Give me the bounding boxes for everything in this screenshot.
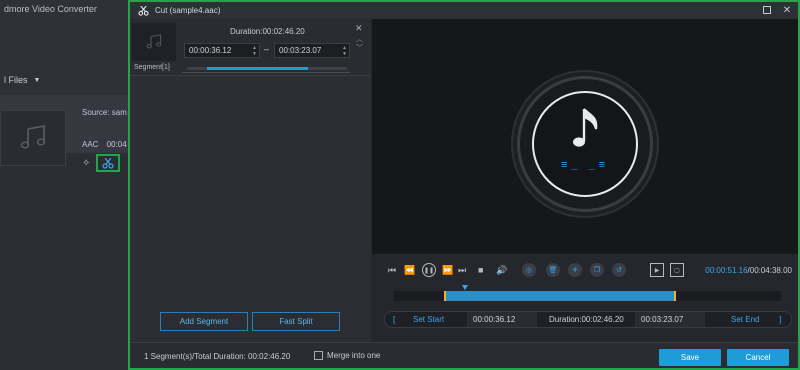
set-range-bar: [ Set Start 00:00:36.12 Duration:00:02:4…: [384, 311, 792, 328]
file-meta: AAC 00:04: [82, 140, 127, 149]
segment-start-field[interactable]: 00:00:36.12 ▲ ▼: [184, 43, 260, 58]
audio-disc: ≡_ _≡: [517, 76, 653, 212]
music-note-icon: [20, 125, 46, 149]
spin-arrows-icon[interactable]: ▲ ▼: [342, 45, 347, 57]
fast-split-button[interactable]: Fast Split: [252, 312, 340, 331]
right-bracket: ]: [779, 315, 782, 324]
spin-arrows-icon[interactable]: ▲ ▼: [252, 45, 257, 57]
equalizer-icon: ≡_ _≡: [561, 159, 610, 171]
start-time-field[interactable]: 00:00:36.12: [467, 312, 537, 327]
preview-area: ≡_ _≡: [372, 19, 798, 254]
copy-icon[interactable]: ❐: [590, 263, 604, 277]
file-source: Source: sam: [82, 108, 127, 117]
segment-thumbnail: [132, 23, 176, 61]
snapshot-icon[interactable]: ▢: [670, 263, 684, 277]
start-time-value: 00:00:36.12: [473, 315, 516, 324]
timeline[interactable]: [394, 285, 781, 301]
merge-option[interactable]: Merge into one: [314, 351, 380, 360]
duration-display: Duration:00:02:46.20: [549, 315, 624, 324]
file-thumbnail[interactable]: [0, 110, 66, 166]
stop-icon[interactable]: ■: [478, 263, 483, 277]
rewind-icon[interactable]: ⏪: [404, 263, 415, 277]
background-lower-area: [0, 153, 130, 370]
disc-center: ≡_ _≡: [532, 91, 638, 197]
add-icon[interactable]: +: [568, 263, 582, 277]
set-start-button[interactable]: Set Start: [413, 312, 444, 327]
delete-segment-icon[interactable]: ✕: [355, 23, 363, 34]
reset-icon[interactable]: ↺: [612, 263, 626, 277]
close-icon: ✕: [782, 4, 792, 16]
files-dropdown[interactable]: l Files ▼: [0, 68, 130, 88]
timeline-selection[interactable]: [444, 291, 677, 301]
skip-end-icon[interactable]: ⏭: [458, 263, 466, 277]
merge-checkbox[interactable]: [314, 351, 323, 360]
file-format: AAC: [82, 140, 99, 149]
segment-progress: [187, 67, 347, 70]
skip-start-icon[interactable]: ⏮: [388, 263, 396, 277]
segment-duration: Duration:00:02:46.20: [230, 27, 305, 36]
music-note-icon: [573, 108, 598, 147]
volume-icon[interactable]: 🔊: [496, 263, 507, 277]
dialog-title: Cut (sample4.aac): [155, 6, 221, 15]
files-dropdown-label: l Files: [4, 75, 28, 85]
end-time-field[interactable]: 00:03:23.07: [635, 312, 705, 327]
scissors-icon: [138, 5, 149, 16]
segment-end-field[interactable]: 00:03:23.07 ▲ ▼: [274, 43, 350, 58]
playhead-icon[interactable]: [462, 285, 469, 290]
maximize-button[interactable]: [761, 4, 773, 16]
pause-icon[interactable]: ❚❚: [422, 263, 436, 277]
set-end-button[interactable]: Set End: [731, 312, 759, 327]
dropdown-caret-icon: ▼: [33, 76, 41, 84]
forward-icon[interactable]: ⏩: [442, 263, 453, 277]
left-bracket: [: [393, 315, 396, 324]
merge-label: Merge into one: [327, 351, 381, 360]
reorder-arrows-icon[interactable]: ︿ ﹀: [356, 35, 363, 53]
dialog-footer: 1 Segment(s)/Total Duration: 00:02:46.20…: [130, 342, 798, 368]
time-readout: 00:00:51.16/00:04:38.00: [705, 266, 792, 275]
close-button[interactable]: ✕: [781, 4, 793, 16]
segment-label: Segment[1]: [134, 64, 170, 71]
segment-summary: 1 Segment(s)/Total Duration: 00:02:46.20: [144, 352, 291, 361]
file-actions: ✧: [82, 154, 121, 172]
segment-row[interactable]: Segment[1] Duration:00:02:46.20 00:00:36…: [130, 19, 371, 76]
cut-dialog: Cut (sample4.aac) ✕ Segment[1] Duration:…: [128, 0, 800, 370]
enhance-icon[interactable]: ✧: [82, 158, 90, 169]
range-dash: –: [264, 44, 270, 54]
add-segment-button[interactable]: Add Segment: [160, 312, 248, 331]
segment-mark-icon[interactable]: ◎: [522, 263, 536, 277]
save-button[interactable]: Save: [659, 349, 721, 366]
delete-icon[interactable]: 🗑: [546, 263, 560, 277]
dialog-titlebar: Cut (sample4.aac) ✕: [130, 2, 798, 19]
total-time: /00:04:38.00: [747, 266, 792, 275]
end-time-value: 00:03:23.07: [641, 315, 684, 324]
segment-end-value: 00:03:23.07: [279, 46, 322, 55]
maximize-icon: [763, 6, 771, 14]
segment-divider: [182, 72, 350, 73]
segment-pane: Segment[1] Duration:00:02:46.20 00:00:36…: [130, 19, 371, 342]
playback-controls: ⏮ ⏪ ❚❚ ⏩ ⏭ ■ 🔊 ◎ 🗑 + ❐ ↺ ▶ ▢ 00:00:51.16…: [372, 260, 798, 280]
current-time: 00:00:51.16: [705, 266, 748, 275]
play-segment-icon[interactable]: ▶: [650, 263, 664, 277]
segment-progress-fill: [207, 67, 308, 70]
cut-button[interactable]: [96, 154, 121, 172]
screen: dmore Video Converter l Files ▼ Source: …: [0, 0, 800, 370]
cancel-button[interactable]: Cancel: [727, 349, 789, 366]
scissors-icon: [102, 157, 114, 169]
music-note-icon: [146, 34, 162, 49]
app-title: dmore Video Converter: [4, 4, 97, 14]
file-time: 00:04: [106, 140, 127, 149]
segment-start-value: 00:00:36.12: [189, 46, 232, 55]
